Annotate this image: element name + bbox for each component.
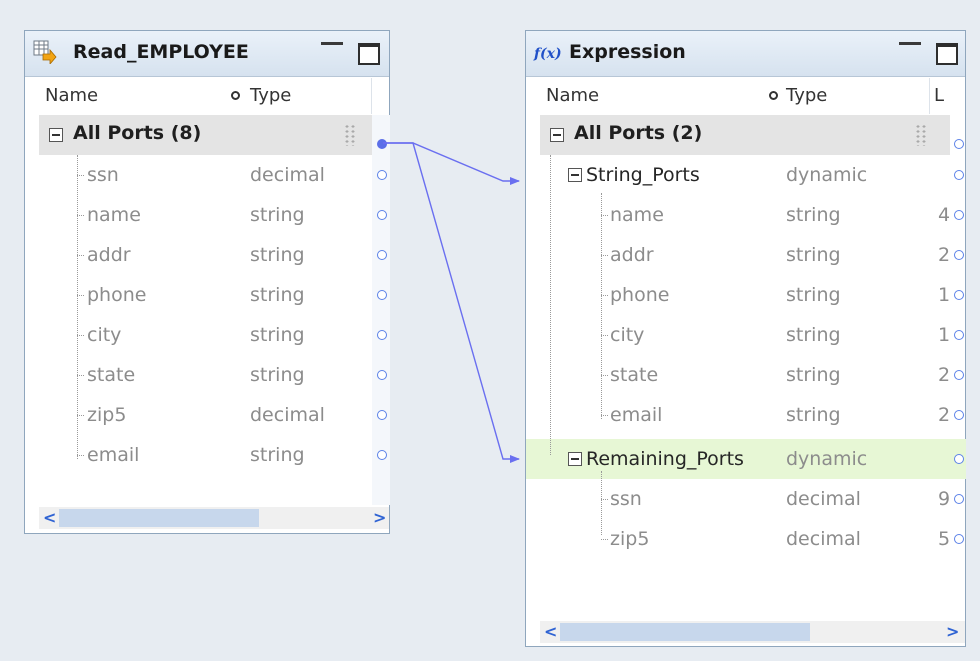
link-to-string-ports[interactable] bbox=[383, 142, 520, 185]
link-to-remaining-ports[interactable] bbox=[383, 142, 520, 463]
port-links bbox=[383, 142, 520, 463]
